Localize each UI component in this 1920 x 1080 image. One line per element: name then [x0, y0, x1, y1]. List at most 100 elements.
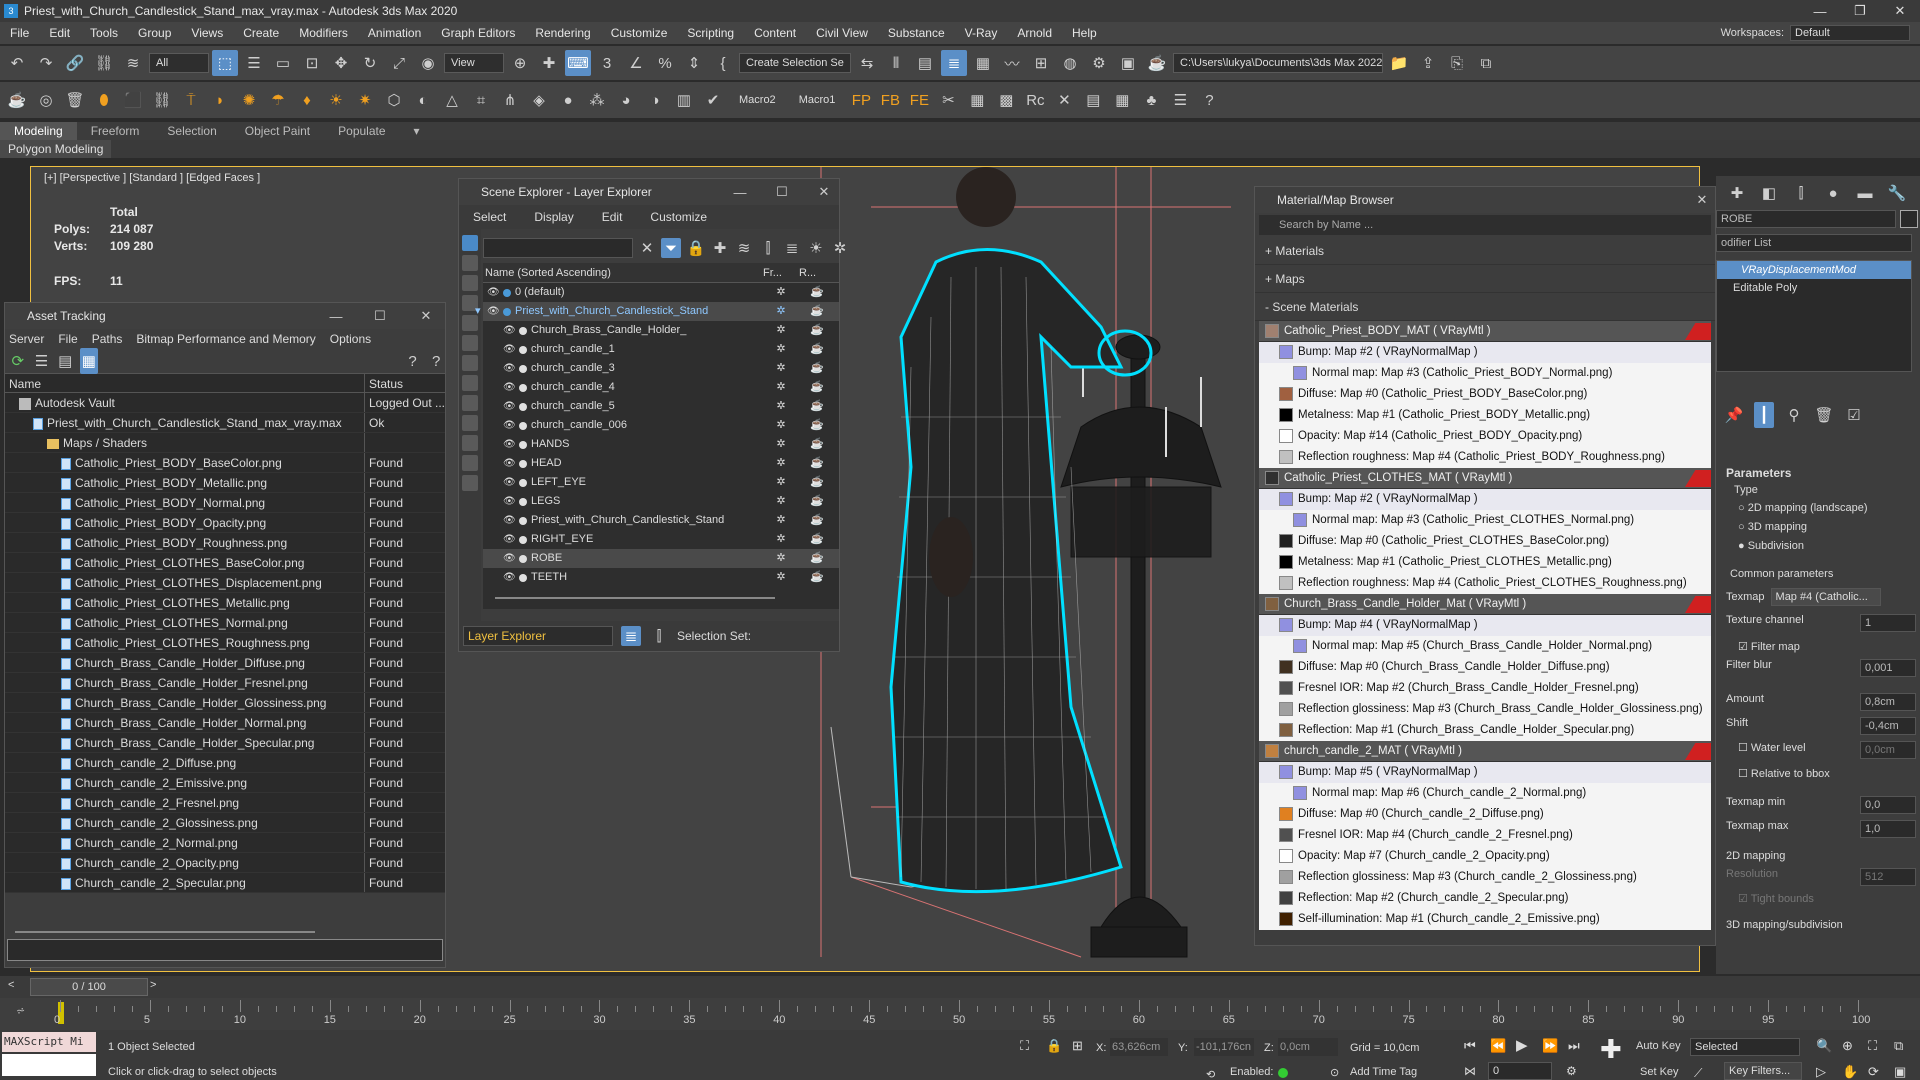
texmap-min-spinner[interactable]: 0,0 [1860, 796, 1916, 814]
table-icon[interactable]: ▦ [964, 87, 990, 113]
vray-sphere-icon[interactable]: ◐ [410, 87, 436, 113]
visibility-eye-icon[interactable]: 👁 [487, 302, 500, 321]
radio-2d-mapping[interactable]: ○ 2D mapping (landscape) [1726, 502, 1916, 514]
map-item[interactable]: Reflection roughness: Map #4 (Catholic_P… [1259, 573, 1711, 594]
shift-spinner[interactable]: -0,4cm [1860, 717, 1916, 735]
adaptive-degradation-icon[interactable]: ⟲ [1206, 1068, 1215, 1080]
water-level-spinner[interactable]: 0,0cm [1860, 741, 1916, 759]
asset-row[interactable]: Church_Brass_Candle_Holder_Specular.png F… [5, 733, 445, 753]
menu-content[interactable]: Content [744, 26, 806, 40]
material-search-input[interactable]: Search by Name ... [1259, 215, 1711, 235]
plant-icon[interactable]: ♣ [1138, 87, 1164, 113]
map-item[interactable]: Diffuse: Map #0 (Catholic_Priest_CLOTHES… [1259, 531, 1711, 552]
utilities-tab-icon[interactable]: 🔧 [1884, 180, 1910, 206]
sync-icon[interactable]: ✲ [831, 235, 849, 261]
column-sorted-name[interactable]: Name (Sorted Ascending) [483, 263, 763, 282]
grid-view-icon[interactable]: ▦ [80, 348, 98, 374]
display-tab-icon[interactable]: ▬ [1852, 180, 1878, 206]
column-render[interactable]: R... [799, 263, 835, 282]
layer-move-icon[interactable]: ⫿ [759, 235, 777, 261]
pin-stack-icon[interactable]: 📌 [1724, 402, 1744, 428]
close-button[interactable]: ✕ [1880, 0, 1920, 22]
ribbon-options-icon[interactable]: ▾ [400, 122, 434, 140]
filter-map-checkbox[interactable]: ☑ Filter map [1726, 640, 1916, 653]
modify-tab-icon[interactable]: ◧ [1756, 180, 1782, 206]
time-slider-thumb[interactable]: 0 / 100 [30, 978, 148, 996]
scene-list-item[interactable]: 👁 ROBE ✲ ☕ [483, 549, 839, 568]
place-icon[interactable]: ◉ [415, 50, 441, 76]
close-icon[interactable]: ✕ [411, 303, 441, 329]
renderable-toggle-icon[interactable]: ☕ [799, 568, 835, 587]
material-editor-icon[interactable]: ◍ [1057, 50, 1083, 76]
tools-cross-icon[interactable]: ✂ [935, 87, 961, 113]
highlight-icon[interactable]: ☀ [807, 235, 825, 261]
menu-arnold[interactable]: Arnold [1007, 26, 1062, 40]
scene-menu-select[interactable]: Select [459, 210, 520, 224]
tab-object-paint[interactable]: Object Paint [231, 122, 324, 140]
renderable-toggle-icon[interactable]: ☕ [799, 549, 835, 568]
zoom-extents-icon[interactable]: ⛶ [1868, 1038, 1877, 1054]
freeze-toggle-icon[interactable]: ✲ [763, 473, 799, 492]
undo-icon[interactable]: ↶ [4, 50, 30, 76]
scene-list-item[interactable]: 👁 church_candle_1 ✲ ☕ [483, 340, 839, 359]
menu-vray[interactable]: V-Ray [955, 26, 1008, 40]
time-tag-icon[interactable]: ⊙ [1330, 1066, 1339, 1079]
map-item[interactable]: Reflection glossiness: Map #3 (Church_ca… [1259, 867, 1711, 888]
map-item[interactable]: Reflection: Map #1 (Church_Brass_Candle_… [1259, 720, 1711, 741]
hierarchy-view-icon[interactable]: ⫿ [649, 626, 669, 646]
texmap-max-spinner[interactable]: 1,0 [1860, 820, 1916, 838]
texmap-button[interactable]: Map #4 (Catholic... [1770, 588, 1881, 606]
explorer-type-dropdown[interactable]: Layer Explorer [463, 626, 613, 646]
menu-rendering[interactable]: Rendering [525, 26, 600, 40]
close-icon[interactable]: ✕ [1687, 187, 1717, 213]
refresh-icon[interactable]: ⟳ [9, 348, 27, 374]
prev-key-icon[interactable]: ⏪ [1490, 1038, 1506, 1054]
hierarchy-tab-icon[interactable]: ⫿ [1788, 180, 1814, 206]
next-frame-icon[interactable]: > [150, 979, 156, 991]
expand-icon[interactable]: ▾ [475, 302, 487, 321]
curve-editor-icon[interactable]: 〰 [999, 50, 1025, 76]
asset-row[interactable]: Church_Brass_Candle_Holder_Normal.png Fou… [5, 713, 445, 733]
tab-freeform[interactable]: Freeform [77, 122, 154, 140]
renderable-toggle-icon[interactable]: ☕ [799, 416, 835, 435]
track-bar-key-icon[interactable]: ⩫ [16, 1004, 25, 1017]
renderable-toggle-icon[interactable]: ☕ [799, 492, 835, 511]
isolate-icon[interactable]: ⛶ [1020, 1038, 1029, 1054]
asset-row[interactable]: Catholic_Priest_BODY_BaseColor.png Found [5, 453, 445, 473]
angle-snap-icon[interactable]: ∠ [623, 50, 649, 76]
vray-grass-icon[interactable]: ⋔ [497, 87, 523, 113]
ies-light-icon[interactable]: ☂ [265, 87, 291, 113]
object-color-swatch[interactable] [1900, 210, 1918, 228]
relative-bbox-checkbox[interactable]: ☐ Relative to bbox [1726, 767, 1916, 780]
map-item[interactable]: Opacity: Map #14 (Catholic_Priest_BODY_O… [1259, 426, 1711, 447]
renderable-toggle-icon[interactable]: ☕ [799, 511, 835, 530]
fp-icon[interactable]: FP [848, 87, 874, 113]
asset-row[interactable]: Church_Brass_Candle_Holder_Diffuse.png Fo… [5, 653, 445, 673]
rect-selection-icon[interactable]: ▭ [270, 50, 296, 76]
cylinder-icon[interactable]: ⬮ [91, 87, 117, 113]
sky-icon[interactable]: ✷ [352, 87, 378, 113]
maxscript-output[interactable] [2, 1054, 96, 1076]
scene-list-item[interactable]: 👁 church_candle_5 ✲ ☕ [483, 397, 839, 416]
scene-menu-edit[interactable]: Edit [588, 210, 637, 224]
y-coordinate[interactable]: -101,176cn [1194, 1038, 1254, 1056]
display-containers-icon[interactable] [462, 415, 478, 431]
asset-row[interactable]: Church_candle_2_Fresnel.png Found [5, 793, 445, 813]
visibility-eye-icon[interactable]: 👁 [503, 416, 516, 435]
visibility-eye-icon[interactable]: 👁 [503, 359, 516, 378]
zoom-extents-all-icon[interactable]: ⧉ [1894, 1038, 1903, 1054]
scene-list-item[interactable]: 👁 TEETH ✲ ☕ [483, 568, 839, 587]
selection-filter-dropdown[interactable]: All [149, 53, 209, 73]
project-set-icon[interactable]: ⎘ [1444, 50, 1470, 76]
bind-spacewarp-icon[interactable]: ≋ [120, 50, 146, 76]
map-item[interactable]: Bump: Map #2 ( VRayNormalMap ) [1259, 342, 1711, 363]
pivot-icon[interactable]: ⊕ [507, 50, 533, 76]
map-item[interactable]: Normal map: Map #3 (Catholic_Priest_CLOT… [1259, 510, 1711, 531]
scene-list-item[interactable]: 👁 LEGS ✲ ☕ [483, 492, 839, 511]
map-item[interactable]: Fresnel IOR: Map #4 (Church_candle_2_Fre… [1259, 825, 1711, 846]
map-item[interactable]: Self-illumination: Map #1 (Church_candle… [1259, 909, 1711, 930]
render-icon[interactable]: ☕ [1144, 50, 1170, 76]
material-item[interactable]: Catholic_Priest_CLOTHES_MAT ( VRayMtl ) [1259, 468, 1711, 489]
remove-modifier-icon[interactable]: 🗑 [1814, 402, 1834, 428]
edit-named-selection-icon[interactable]: { [710, 50, 736, 76]
